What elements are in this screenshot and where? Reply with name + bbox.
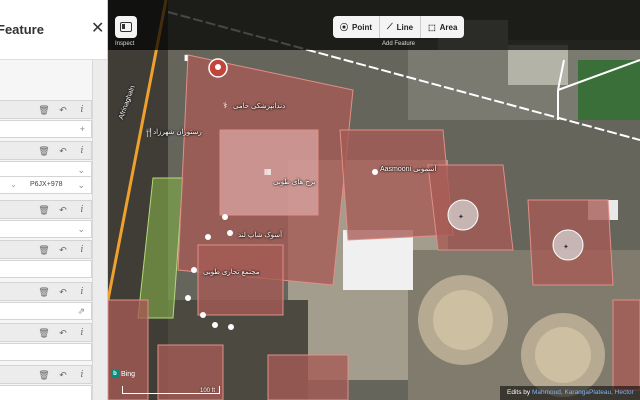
inspect-button[interactable] [115, 16, 137, 38]
undo-icon[interactable]: ↶ [56, 326, 70, 340]
sidebar-header: Feature ✕ [0, 0, 107, 60]
trash-icon[interactable]: 🗑 [37, 368, 51, 382]
plus-code-field[interactable]: ⌄ P6JX+978 ⌄ [0, 176, 92, 194]
line-icon: ⟋ [387, 22, 393, 31]
sidebar-title: Feature [0, 22, 44, 37]
info-icon[interactable]: i [75, 144, 89, 158]
plaza-circle [552, 229, 584, 261]
field-input[interactable] [0, 260, 92, 278]
info-icon[interactable]: i [75, 103, 89, 117]
add-feature-label: Add Feature [382, 41, 416, 47]
sidebar-scrollbar[interactable] [92, 60, 107, 400]
point-label: Point [352, 22, 372, 32]
trash-icon[interactable]: 🗑 [37, 144, 51, 158]
building-mall [197, 244, 284, 316]
chevron-down-icon: ⌄ [77, 165, 85, 175]
building-sw [108, 299, 149, 400]
area-icon: ⬚ [428, 22, 436, 32]
plaza-circle [447, 199, 479, 231]
mall-label[interactable]: مجتمع تجاری طوبی [203, 268, 259, 276]
scale-label: 100 ft [200, 388, 216, 394]
trash-icon[interactable]: 🗑 [37, 243, 51, 257]
building-tower [219, 129, 319, 216]
undo-icon[interactable]: ↶ [56, 368, 70, 382]
feature-editor-sidebar: Feature ✕ 🗑 ↶ i + 🗑 ↶ i ⌄ ⌄ P6JX+978 ⌄ 🗑 ↶ i ⌄ 🗑… [0, 0, 108, 400]
undo-icon[interactable]: ↶ [56, 285, 70, 299]
info-icon[interactable]: i [75, 285, 89, 299]
trash-icon[interactable]: 🗑 [37, 326, 51, 340]
undo-icon[interactable]: ↶ [56, 103, 70, 117]
attribution-prefix: Edits by [507, 389, 532, 396]
restaurant-label[interactable]: رستوران شهرزاد [153, 128, 202, 136]
building-s2 [267, 354, 349, 400]
add-point-button[interactable]: ⦿ Point [333, 16, 380, 38]
close-icon[interactable]: ✕ [91, 20, 104, 38]
map-canvas[interactable]: Afrinaghaln دندانپزشکی حامی رستوران شهرز… [108, 0, 640, 400]
building-east-3 [612, 299, 640, 391]
dental-clinic-label[interactable]: دندانپزشکی حامی [233, 102, 285, 110]
trash-icon[interactable]: 🗑 [37, 285, 51, 299]
info-icon[interactable]: i [75, 326, 89, 340]
add-icon[interactable]: + [80, 124, 85, 134]
attribution-link[interactable]: Mahmoud, KarangaPlateau, Hector [532, 389, 634, 396]
trash-icon[interactable]: 🗑 [37, 103, 51, 117]
field-input[interactable] [0, 343, 92, 361]
external-link-icon[interactable]: ⇗ [77, 306, 85, 317]
point-icon: ⦿ [340, 22, 348, 32]
info-icon[interactable]: i [75, 203, 89, 217]
add-line-button[interactable]: ⟋ Line [380, 16, 422, 38]
shop-label[interactable]: آسوک شاپ لند [238, 231, 282, 239]
field-input[interactable]: + [0, 120, 92, 138]
add-feature-group: ⦿ Point ⟋ Line ⬚ Area [333, 16, 465, 38]
field-input[interactable] [0, 385, 92, 400]
top-toolbar: Inspect ⦿ Point ⟋ Line ⬚ Area Add Feature [108, 0, 640, 50]
area-label: Area [439, 22, 458, 32]
aasmooni-label[interactable]: Aasmooni آسمونی [380, 165, 436, 173]
chevron-down-icon: ⌄ [77, 180, 85, 190]
line-label: Line [396, 22, 414, 32]
chevron-down-icon: ⌄ [10, 180, 17, 189]
chevron-down-icon: ⌄ [77, 224, 85, 234]
sidebar-toggle-icon [120, 22, 132, 32]
tower-label[interactable]: برج های طوبی [273, 178, 316, 186]
satellite-imagery [108, 0, 640, 400]
trash-icon[interactable]: 🗑 [37, 203, 51, 217]
undo-icon[interactable]: ↶ [56, 203, 70, 217]
field-input[interactable]: ⇗ [0, 302, 92, 320]
bing-label: Bing [121, 370, 136, 378]
bing-icon: b [111, 370, 119, 378]
info-icon[interactable]: i [75, 243, 89, 257]
undo-icon[interactable]: ↶ [56, 243, 70, 257]
inspect-label: Inspect [115, 41, 135, 47]
add-area-button[interactable]: ⬚ Area [421, 16, 464, 38]
attribution: Edits by Mahmoud, KarangaPlateau, Hector [500, 386, 640, 400]
undo-icon[interactable]: ↶ [56, 144, 70, 158]
bing-logo: b Bing [111, 370, 135, 378]
plus-code-value: P6JX+978 [30, 181, 63, 188]
info-icon[interactable]: i [75, 368, 89, 382]
field-select[interactable]: ⌄ [0, 220, 92, 238]
